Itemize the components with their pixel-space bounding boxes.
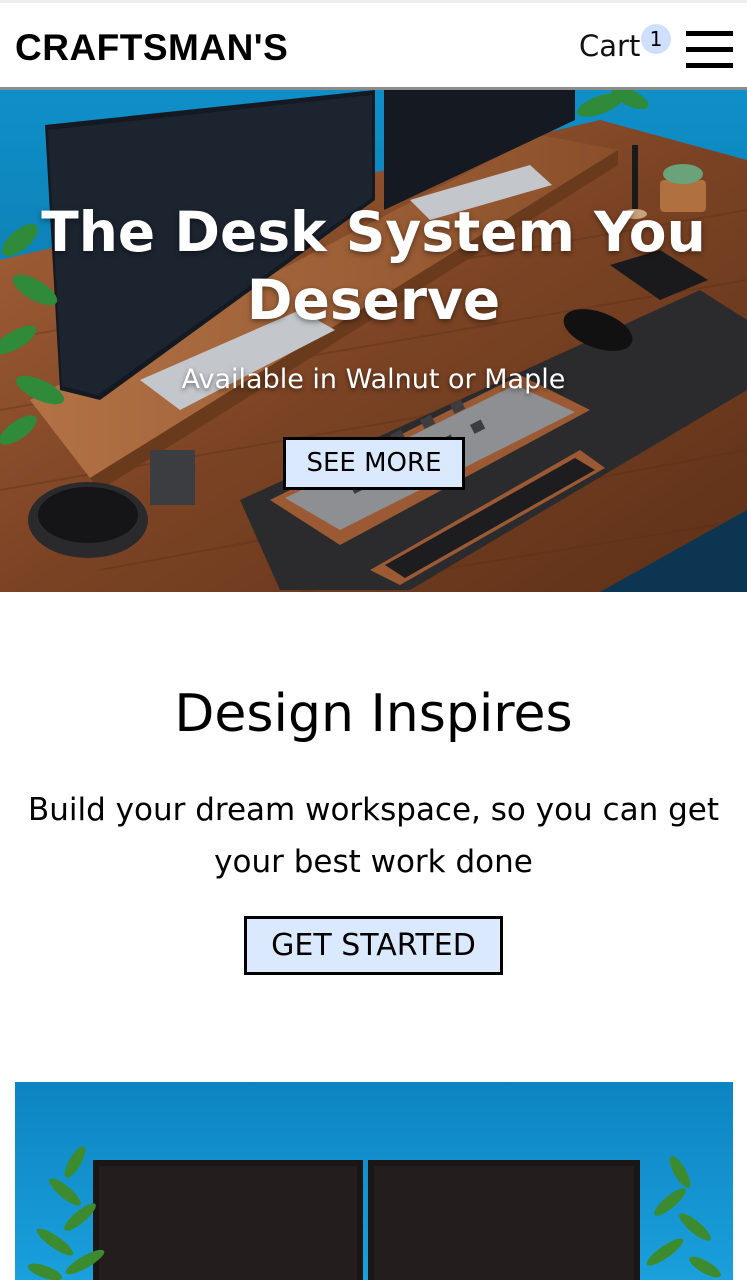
cart-count-badge: 1 bbox=[641, 24, 671, 54]
get-started-button[interactable]: GET STARTED bbox=[244, 916, 503, 975]
hamburger-menu-icon[interactable] bbox=[686, 31, 733, 68]
cart-link[interactable]: Cart bbox=[579, 29, 640, 63]
site-header: CRAFTSMAN'S Cart 1 bbox=[0, 0, 747, 90]
brand-logo[interactable]: CRAFTSMAN'S bbox=[15, 27, 288, 69]
hero-subtitle: Available in Walnut or Maple bbox=[181, 364, 566, 395]
see-more-button[interactable]: SEE MORE bbox=[283, 437, 465, 490]
section-title: Design Inspires bbox=[174, 684, 573, 744]
hero-desk-image bbox=[0, 90, 747, 592]
hero-banner: The Desk System You Deserve Available in… bbox=[0, 90, 747, 592]
section-description: Build your dream workspace, so you can g… bbox=[28, 792, 719, 880]
workspace-image bbox=[15, 1082, 733, 1280]
page: CRAFTSMAN'S Cart 1 The Desk System You D… bbox=[0, 0, 747, 1280]
hero-title: The Desk System You Deserve bbox=[41, 200, 706, 332]
